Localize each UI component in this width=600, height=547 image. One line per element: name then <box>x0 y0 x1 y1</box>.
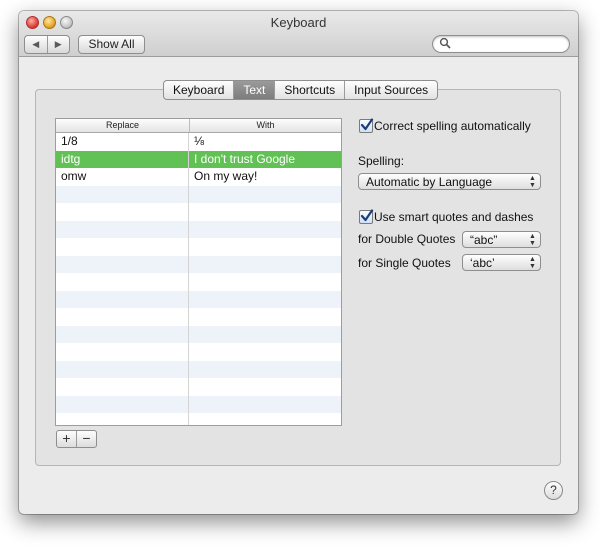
add-button[interactable]: + <box>57 431 77 447</box>
replace-cell[interactable] <box>56 308 189 326</box>
with-cell[interactable] <box>189 256 341 274</box>
add-remove-control: + − <box>56 430 97 448</box>
checkmark-icon <box>360 118 374 131</box>
with-cell[interactable] <box>189 186 341 204</box>
with-cell[interactable] <box>189 413 341 425</box>
forward-button[interactable]: ▶ <box>48 36 70 53</box>
with-cell[interactable] <box>189 221 341 239</box>
search-icon <box>439 37 451 49</box>
table-row[interactable]: idtg I don't trust Google <box>56 150 341 169</box>
replace-cell[interactable] <box>56 238 189 256</box>
column-header-replace[interactable]: Replace <box>56 119 190 132</box>
empty-table-row[interactable] <box>56 325 341 344</box>
empty-table-row[interactable] <box>56 185 341 204</box>
empty-table-row[interactable] <box>56 343 341 361</box>
with-cell[interactable]: I don't trust Google <box>189 151 341 169</box>
empty-table-row[interactable] <box>56 308 341 326</box>
spelling-label: Spelling: <box>358 154 405 168</box>
double-quotes-popup[interactable]: “abc” ▲ ▼ <box>462 231 541 248</box>
empty-table-row[interactable] <box>56 220 341 239</box>
replace-cell[interactable] <box>56 185 189 203</box>
replace-cell[interactable] <box>56 360 189 378</box>
replace-cell[interactable] <box>56 325 189 343</box>
single-quotes-value: ‘abc’ <box>470 256 495 270</box>
tab-text[interactable]: Text <box>234 81 276 99</box>
preferences-window: Keyboard ◀ ▶ Show All Keyboard Text Shor… <box>19 11 578 514</box>
replace-cell[interactable] <box>56 413 189 425</box>
updown-arrows-icon: ▲ ▼ <box>529 232 536 247</box>
title-bar[interactable]: Keyboard ◀ ▶ Show All <box>19 11 578 57</box>
with-cell[interactable] <box>189 203 341 221</box>
with-cell[interactable] <box>189 308 341 326</box>
empty-table-row[interactable] <box>56 395 341 414</box>
tab-keyboard[interactable]: Keyboard <box>164 81 235 99</box>
back-forward-control: ◀ ▶ <box>24 35 70 54</box>
with-cell[interactable] <box>189 238 341 256</box>
double-quotes-value: “abc” <box>470 233 498 247</box>
table-row[interactable]: omw On my way! <box>56 168 341 186</box>
with-cell[interactable] <box>189 361 341 379</box>
replace-cell[interactable] <box>56 378 189 396</box>
replace-cell[interactable] <box>56 255 189 273</box>
with-cell[interactable]: ⅛ <box>189 133 341 151</box>
correct-spelling-label[interactable]: Correct spelling automatically <box>374 119 531 133</box>
with-cell[interactable] <box>189 343 341 361</box>
with-cell[interactable] <box>189 291 341 309</box>
empty-table-row[interactable] <box>56 378 341 396</box>
empty-table-row[interactable] <box>56 273 341 291</box>
double-quotes-label: for Double Quotes <box>358 232 456 246</box>
single-quotes-label: for Single Quotes <box>358 256 451 270</box>
back-button[interactable]: ◀ <box>25 36 48 53</box>
remove-button[interactable]: − <box>77 431 96 447</box>
single-quotes-popup[interactable]: ‘abc’ ▲ ▼ <box>462 254 541 271</box>
smart-quotes-checkbox[interactable] <box>359 209 374 224</box>
replace-cell[interactable] <box>56 395 189 413</box>
tab-bar: Keyboard Text Shortcuts Input Sources <box>163 80 439 100</box>
replace-cell[interactable] <box>56 203 189 221</box>
empty-table-row[interactable] <box>56 360 341 379</box>
replace-cell[interactable]: idtg <box>56 150 189 168</box>
with-cell[interactable] <box>189 378 341 396</box>
table-body: 1/8 ⅛ idtg I don't trust Google omw On m… <box>56 133 341 425</box>
help-button[interactable]: ? <box>544 481 563 500</box>
empty-table-row[interactable] <box>56 413 341 425</box>
updown-arrows-icon: ▲ ▼ <box>529 255 536 270</box>
replace-cell[interactable] <box>56 220 189 238</box>
replace-cell[interactable]: 1/8 <box>56 133 189 151</box>
tab-input-sources[interactable]: Input Sources <box>345 81 437 99</box>
correct-spelling-checkbox[interactable] <box>359 118 374 133</box>
column-header-with[interactable]: With <box>190 119 341 132</box>
replace-cell[interactable]: omw <box>56 168 189 186</box>
with-cell[interactable] <box>189 396 341 414</box>
window-title: Keyboard <box>270 15 327 30</box>
empty-table-row[interactable] <box>56 238 341 256</box>
search-field[interactable] <box>432 35 570 53</box>
spelling-popup[interactable]: Automatic by Language ▲ ▼ <box>358 173 541 190</box>
smart-quotes-label[interactable]: Use smart quotes and dashes <box>374 210 533 224</box>
table-header: Replace With <box>56 119 341 133</box>
show-all-button[interactable]: Show All <box>78 35 145 54</box>
with-cell[interactable] <box>189 273 341 291</box>
empty-table-row[interactable] <box>56 290 341 309</box>
updown-arrows-icon: ▲ ▼ <box>529 174 536 189</box>
search-input[interactable] <box>453 37 565 52</box>
spelling-value: Automatic by Language <box>366 175 493 189</box>
table-row[interactable]: 1/8 ⅛ <box>56 133 341 151</box>
text-replacement-table[interactable]: Replace With 1/8 ⅛ idtg I don't trust Go… <box>55 118 342 426</box>
with-cell[interactable] <box>189 326 341 344</box>
checkmark-icon <box>360 209 374 222</box>
replace-cell[interactable] <box>56 343 189 361</box>
replace-cell[interactable] <box>56 273 189 291</box>
empty-table-row[interactable] <box>56 203 341 221</box>
replace-cell[interactable] <box>56 290 189 308</box>
tab-shortcuts[interactable]: Shortcuts <box>275 81 346 99</box>
with-cell[interactable]: On my way! <box>189 168 341 186</box>
empty-table-row[interactable] <box>56 255 341 274</box>
